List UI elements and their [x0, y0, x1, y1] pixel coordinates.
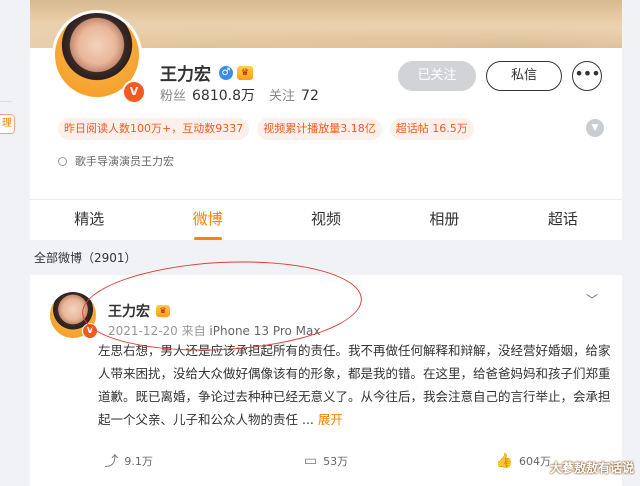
followed-button[interactable]: 已关注: [398, 61, 476, 91]
thumbs-up-icon: 👍: [495, 453, 514, 469]
verified-info-icon: [58, 156, 67, 166]
chevron-down-icon[interactable]: ▼: [586, 119, 604, 137]
bio-text: 歌手导演演员王力宏: [75, 155, 174, 168]
tab-supertopic[interactable]: 超话: [504, 200, 622, 240]
post-text: 左思右想，男人还是应该承担起所有的责任。我不再做任何解释和辩解，没经营好婚姻，给…: [98, 343, 611, 427]
share-icon: ⤴: [104, 454, 119, 470]
like-count: 604万: [519, 455, 552, 468]
more-options-button[interactable]: •••: [572, 61, 602, 91]
profile-bio: 歌手导演演员王力宏: [58, 153, 174, 169]
verified-badge-icon: V: [122, 80, 146, 104]
tab-featured[interactable]: 精选: [30, 200, 148, 240]
left-gutter: 理: [0, 0, 30, 486]
side-tab[interactable]: 理: [0, 114, 15, 134]
right-gutter: [622, 0, 640, 486]
all-posts-count[interactable]: 全部微博（2901）: [34, 249, 137, 266]
tab-album[interactable]: 相册: [385, 200, 503, 240]
watermark-text: 大蔘敖敖有话说: [549, 461, 634, 475]
message-button[interactable]: 私信: [486, 61, 562, 91]
comment-icon: ▭: [303, 453, 318, 469]
profile-name: 王力宏: [160, 65, 211, 85]
chevron-down-icon[interactable]: ﹀: [586, 291, 598, 308]
repost-count: 9.1万: [124, 455, 153, 468]
post-body: 左思右想，男人还是应该承担起所有的责任。我不再做任何解释和辩解，没经营好婚姻，给…: [98, 339, 618, 431]
divider: [0, 101, 12, 102]
member-crown-icon[interactable]: ♛: [237, 65, 253, 80]
tag-supertopic[interactable]: 超话帖 16.5万: [389, 118, 474, 140]
tag-video-plays[interactable]: 视频累计播放量3.18亿: [257, 118, 382, 140]
repost-button[interactable]: ⤴ 9.1万: [30, 443, 227, 479]
profile-stats: 粉丝 6810.8万 关注 72: [160, 85, 319, 105]
profile-name-row: 王力宏 ♂ ♛: [160, 60, 253, 85]
comment-count: 53万: [323, 455, 349, 468]
following-stat[interactable]: 关注 72: [269, 85, 319, 105]
tab-video[interactable]: 视频: [267, 200, 385, 240]
profile-tags: 昨日阅读人数100万+，互动数9337 视频累计播放量3.18亿 超话帖 16.…: [58, 118, 474, 140]
tag-read-stats[interactable]: 昨日阅读人数100万+，互动数9337: [58, 118, 250, 140]
male-gender-icon: ♂: [219, 65, 233, 80]
followers-stat[interactable]: 粉丝 6810.8万: [160, 85, 255, 105]
profile-tabs: 精选 微博 视频 相册 超话: [30, 199, 622, 240]
expand-link[interactable]: 展开: [318, 412, 343, 427]
comment-button[interactable]: ▭ 53万: [227, 443, 424, 479]
post-actions: ⤴ 9.1万 ▭ 53万 👍 604万: [30, 443, 622, 479]
tab-weibo[interactable]: 微博: [148, 200, 266, 240]
